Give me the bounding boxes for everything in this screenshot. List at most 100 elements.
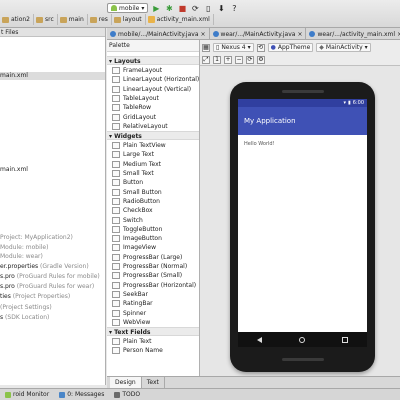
project-tree-item[interactable]: Module: wear) <box>0 253 105 261</box>
orientation-icon[interactable]: ⟲ <box>256 43 265 52</box>
project-tree-item[interactable]: er.properties (Gradle Version) <box>0 263 105 271</box>
activity-icon: ◆ <box>319 44 324 51</box>
breadcrumb-label: res <box>98 16 108 23</box>
project-tree-item[interactable]: (Project Settings) <box>0 304 105 312</box>
avd-manager-icon[interactable]: ▯ <box>203 3 213 13</box>
debug-icon[interactable]: ✱ <box>164 3 174 13</box>
palette-item[interactable]: CheckBox <box>107 206 199 215</box>
sdk-manager-icon[interactable]: ⬇ <box>216 3 226 13</box>
bottom-tab[interactable]: 0: Messages <box>54 391 109 398</box>
widget-icon <box>112 244 120 252</box>
palette-item[interactable]: Medium Text <box>107 160 199 169</box>
palette-item[interactable]: Button <box>107 178 199 187</box>
bottom-tab[interactable]: TODO <box>109 391 145 398</box>
palette-item[interactable]: ImageButton <box>107 234 199 243</box>
recents-icon <box>342 336 349 343</box>
palette-item[interactable]: Large Text <box>107 150 199 159</box>
project-tree-item[interactable]: main.xml <box>0 166 105 174</box>
palette-item[interactable]: Switch <box>107 216 199 225</box>
sync-icon[interactable]: ⟳ <box>190 3 200 13</box>
breadcrumb-item[interactable]: main <box>58 14 88 25</box>
palette-category[interactable]: ▾ Text Fields <box>107 327 199 337</box>
palette-item[interactable]: ProgressBar (Large) <box>107 253 199 262</box>
close-icon[interactable]: × <box>297 31 302 38</box>
palette-item[interactable]: ProgressBar (Small) <box>107 271 199 280</box>
breadcrumb-item[interactable]: ation2 <box>0 14 34 25</box>
zoom-in-icon[interactable]: + <box>224 55 232 64</box>
tab-design[interactable]: Design <box>110 377 142 388</box>
editor-tab[interactable]: wear/.../activity_main.xml × <box>306 28 400 40</box>
theme-select[interactable]: ● AppTheme <box>267 43 314 52</box>
editor-tab[interactable]: wear/.../MainActivity.java × <box>210 28 307 40</box>
app-title: My Application <box>244 117 296 125</box>
run-config-select[interactable]: mobile ▾ <box>107 3 149 13</box>
help-icon[interactable]: ? <box>229 3 239 13</box>
palette-item-label: ProgressBar (Horizontal) <box>123 281 197 289</box>
palette-item[interactable]: GridLayout <box>107 113 199 122</box>
editor-tab[interactable]: mobile/.../MainActivity.java × <box>107 28 210 40</box>
settings-icon[interactable]: ⚙ <box>257 55 265 64</box>
palette-item[interactable]: Small Text <box>107 169 199 178</box>
palette-item[interactable]: LinearLayout (Horizontal) <box>107 75 199 84</box>
palette-item[interactable]: FrameLayout <box>107 66 199 75</box>
project-tree-item[interactable]: s.pro (ProGuard Rules for wear) <box>0 283 105 291</box>
breadcrumb-item[interactable]: src <box>34 14 58 25</box>
project-tree-item[interactable]: s.pro (ProGuard Rules for mobile) <box>0 273 105 281</box>
palette-item-label: RadioButton <box>123 197 160 205</box>
palette-item[interactable]: ProgressBar (Horizontal) <box>107 281 199 290</box>
palette-item[interactable]: ProgressBar (Normal) <box>107 262 199 271</box>
zoom-fit-icon[interactable]: ⤢ <box>202 55 210 64</box>
palette-item[interactable]: Small Button <box>107 188 199 197</box>
palette-category-label: Widgets <box>114 133 142 141</box>
palette-item-label: ProgressBar (Large) <box>123 253 183 261</box>
palette-item[interactable]: RatingBar <box>107 299 199 308</box>
project-tree-item[interactable]: ties (Project Properties) <box>0 293 105 301</box>
palette-item-label: Person Name <box>123 347 163 355</box>
palette-item[interactable]: ToggleButton <box>107 225 199 234</box>
breadcrumb-item[interactable]: res <box>88 14 112 25</box>
palette-item[interactable]: WebView <box>107 318 199 327</box>
zoom-actual-icon[interactable]: 1 <box>213 55 221 64</box>
palette-item[interactable]: RelativeLayout <box>107 122 199 131</box>
palette-item[interactable]: TableRow <box>107 103 199 112</box>
activity-select[interactable]: ◆ MainActivity ▾ <box>316 43 371 52</box>
project-tree-item[interactable]: Project: MyApplication2) <box>0 234 105 242</box>
bottom-tab[interactable]: roid Monitor <box>0 391 54 398</box>
editor-tab-label: wear/.../MainActivity.java <box>220 30 296 38</box>
breadcrumb-item[interactable]: layout <box>112 14 146 25</box>
app-bar[interactable]: My Application <box>238 107 367 135</box>
palette-item[interactable]: Plain TextView <box>107 141 199 150</box>
device-select[interactable]: ▯ Nexus 4 ▾ <box>213 43 254 52</box>
project-tree-item[interactable]: main.xml <box>0 72 105 80</box>
layout-variants-icon[interactable]: ▦ <box>202 43 210 52</box>
run-icon[interactable]: ▶ <box>151 3 161 13</box>
palette-item[interactable]: ImageView <box>107 243 199 252</box>
hello-textview[interactable]: Hello World! <box>244 141 275 147</box>
close-icon[interactable]: × <box>201 31 206 38</box>
project-panel: t Files main.xml main.xml Project: MyAppli… <box>0 28 106 385</box>
palette-item-label: ProgressBar (Small) <box>123 272 183 280</box>
palette-item[interactable]: Spinner <box>107 309 199 318</box>
widget-icon <box>112 179 120 187</box>
palette-item[interactable]: LinearLayout (Vertical) <box>107 85 199 94</box>
tab-text[interactable]: Text <box>142 377 165 388</box>
breadcrumb-item[interactable]: activity_main.xml <box>146 14 214 25</box>
palette-item[interactable]: Person Name <box>107 346 199 355</box>
palette-item[interactable]: SeekBar <box>107 290 199 299</box>
design-canvas[interactable]: ▾ ▮ 6:00 My Application Hello World! <box>200 66 400 376</box>
palette-category[interactable]: ▾ Layouts <box>107 56 199 65</box>
palette-item[interactable]: TableLayout <box>107 94 199 103</box>
refresh-icon[interactable]: ⟳ <box>246 55 254 64</box>
phone-bottom-speaker <box>282 358 324 361</box>
project-tree-item[interactable]: Module: mobile) <box>0 244 105 252</box>
zoom-out-icon[interactable]: − <box>235 55 243 64</box>
palette-item[interactable]: RadioButton <box>107 197 199 206</box>
phone-screen[interactable]: ▾ ▮ 6:00 My Application Hello World! <box>238 99 367 347</box>
stop-icon[interactable]: ■ <box>177 3 187 13</box>
palette-item[interactable]: Plain Text <box>107 337 199 346</box>
tree-item-label: s.pro <box>0 283 15 290</box>
palette-item-label: SeekBar <box>123 290 148 298</box>
palette-item-label: Plain Text <box>123 338 152 346</box>
palette-category[interactable]: ▾ Widgets <box>107 131 199 141</box>
project-tree-item[interactable]: s (SDK Location) <box>0 314 105 322</box>
